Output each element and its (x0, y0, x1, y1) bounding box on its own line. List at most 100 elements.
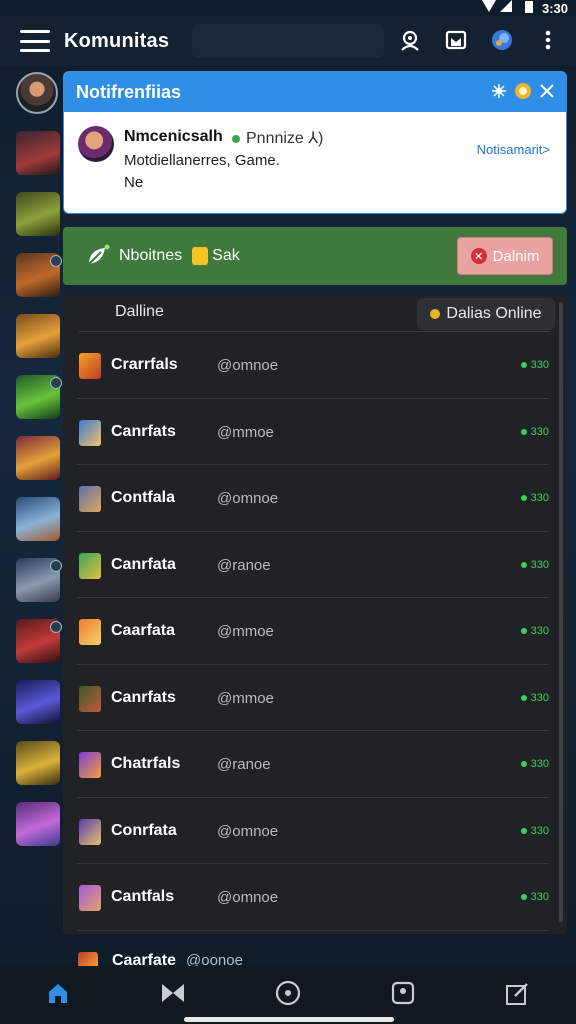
online-dot (50, 255, 62, 267)
notification-card[interactable]: Notifrenfiias Nmcenicsalh Pnnnize ⅄) Mot… (63, 71, 567, 214)
item-status: 330 (521, 492, 549, 504)
menu-icon-line (20, 30, 50, 33)
list-item[interactable]: Canrfata @ranoe 330 (77, 532, 549, 598)
notification-link[interactable]: Notisamarit> (477, 142, 550, 157)
panel-header: Dalline Dalias Online (79, 294, 555, 332)
nav-home[interactable] (38, 975, 78, 1015)
deny-icon: ✕ (470, 248, 487, 264)
game-icon (78, 952, 98, 966)
store-icon[interactable] (444, 28, 468, 52)
leaf-icon (85, 244, 110, 268)
item-handle: @ranoe (217, 756, 271, 773)
avatar[interactable] (16, 741, 60, 785)
item-name: Cantfals (111, 888, 175, 905)
game-icon (79, 619, 101, 645)
deny-button[interactable]: ✕ Dalnim (457, 237, 553, 275)
list-item[interactable]: Canrfats @mmoe 330 (77, 665, 549, 731)
item-name: Contfala (111, 489, 175, 506)
avatar[interactable] (16, 497, 60, 541)
top-app-bar: Komunitas (0, 16, 576, 66)
item-handle: @oonoe (186, 952, 243, 966)
avatar[interactable] (16, 558, 62, 602)
menu-button[interactable] (20, 30, 50, 52)
scrollbar[interactable] (559, 302, 563, 922)
friend-request-label: Nboitnes (119, 247, 183, 264)
item-name: Canrfats (111, 688, 176, 706)
avatar[interactable] (16, 802, 60, 846)
game-icon (79, 885, 101, 911)
nav-games[interactable] (153, 975, 193, 1015)
avatar[interactable] (16, 72, 58, 114)
avatar[interactable] (16, 253, 62, 297)
edit-square-icon (505, 980, 531, 1011)
online-dot (50, 560, 62, 572)
item-name: Caarfata (111, 622, 176, 639)
wifi-icon (482, 0, 516, 17)
list-item[interactable]: Conrfata @omnoe 330 (77, 798, 549, 864)
settings-icon[interactable] (492, 84, 506, 103)
deny-label: Dalnim (492, 247, 540, 265)
nav-explore[interactable] (268, 975, 308, 1015)
list-item-partial[interactable]: Caarfate @oonoe (78, 950, 378, 966)
sender-name: Nmcenicsalh (124, 128, 223, 145)
item-status: 330 (521, 825, 549, 837)
globe-icon[interactable] (490, 28, 514, 52)
store-icon (391, 981, 415, 1010)
list-item[interactable]: Caarfata @mmoe 330 (77, 598, 549, 665)
avatar[interactable] (16, 680, 60, 724)
notification-message: Motdiellanerres, Game. (124, 152, 280, 169)
home-indicator (184, 1017, 394, 1022)
online-dot (50, 621, 62, 633)
item-name: Caarfate (112, 952, 177, 966)
more-vert-icon[interactable] (536, 28, 560, 52)
badge-icon (514, 82, 532, 105)
list-item[interactable]: Contfala @omnoe 330 (77, 465, 549, 532)
status-bar: 3:30 (456, 0, 576, 16)
notification-title: Notifrenfiias (76, 81, 182, 102)
item-handle: @ranoe (217, 556, 271, 574)
nav-store[interactable] (383, 975, 423, 1015)
friends-list-panel: Dalline Dalias Online Crarrfals @omnoe 3… (63, 294, 567, 934)
avatar-column (16, 72, 64, 863)
list-item[interactable]: Canrfats @mmoe 330 (77, 399, 549, 465)
avatar[interactable] (16, 314, 60, 358)
avatar[interactable] (16, 436, 60, 480)
avatar[interactable] (16, 192, 60, 236)
list-item[interactable]: Chatrfals @ranoe 330 (77, 731, 549, 798)
list-item[interactable]: Crarrfals @omnoe 330 (77, 332, 549, 399)
online-filter-label: Dalias Online (446, 305, 542, 322)
list-item[interactable]: Cantfals @omnoe 330 (77, 864, 549, 931)
item-status: 330 (521, 625, 549, 637)
game-icon (79, 353, 101, 379)
home-icon (46, 981, 70, 1010)
game-icon (79, 685, 101, 712)
item-name: Crarrfals (111, 356, 178, 373)
menu-icon-line (20, 39, 50, 43)
coin-icon (192, 247, 209, 265)
sender-avatar (78, 126, 114, 162)
item-status: 330 (521, 692, 549, 704)
menu-icon-line (20, 49, 50, 52)
avatar[interactable] (16, 375, 62, 419)
game-icon (79, 752, 101, 778)
notification-message-line: Ne (124, 174, 144, 191)
game-icon (79, 552, 101, 579)
item-name: Canrfats (111, 422, 176, 440)
item-handle: @mmoe (217, 623, 274, 640)
friend-request-label-2: Sak (212, 247, 240, 264)
person-search-icon[interactable] (398, 28, 422, 52)
online-dot (50, 377, 62, 389)
game-icon (79, 486, 101, 512)
game-icon (79, 419, 101, 446)
avatar[interactable] (16, 131, 60, 175)
nav-create[interactable] (498, 975, 538, 1015)
battery-icon (524, 0, 534, 17)
search-field[interactable] (192, 24, 384, 58)
compass-icon (275, 980, 301, 1011)
avatar[interactable] (16, 619, 62, 663)
panel-title: Dalline (115, 303, 164, 320)
item-name: Chatrfals (111, 755, 181, 772)
close-icon[interactable] (540, 84, 554, 103)
item-status: 330 (521, 359, 549, 371)
online-filter-button[interactable]: Dalias Online (417, 298, 555, 330)
